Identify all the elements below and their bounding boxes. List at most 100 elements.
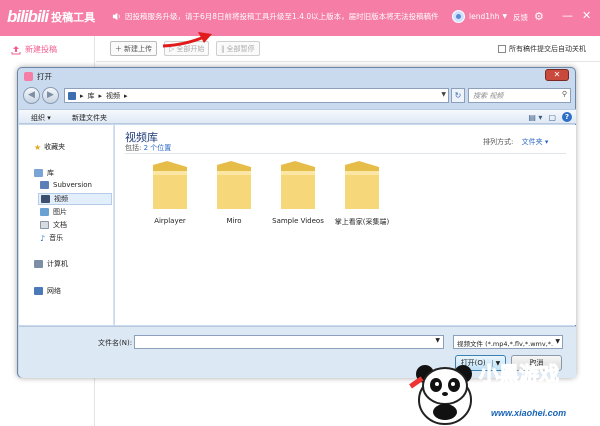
folder-icon — [153, 161, 187, 209]
folder-item[interactable]: 掌上看家(采集端) — [327, 159, 397, 239]
gear-icon[interactable]: ⚙ — [534, 10, 544, 23]
nav-libraries-label: 库 — [47, 169, 54, 177]
address-bar[interactable]: ▸ 库 ▸ 视频 ▸ ▼ — [64, 88, 449, 103]
nav-pictures-label: 图片 — [53, 208, 67, 216]
breadcrumb-separator: ▸ — [80, 91, 84, 100]
plus-icon: ＋ — [115, 44, 122, 53]
dialog-close-button[interactable]: ✕ — [545, 69, 569, 81]
nav-computer[interactable]: 计算机 — [34, 259, 68, 269]
network-icon — [34, 287, 43, 295]
nav-libraries[interactable]: 库 — [34, 168, 54, 178]
chevron-down-icon: ▼ — [555, 338, 560, 345]
forward-button[interactable]: ▶ — [42, 87, 59, 104]
arrange-by: 排列方式: 文件夹 ▾ — [483, 137, 548, 147]
nav-network-label: 网络 — [47, 287, 61, 295]
library-includes: 包括: 2 个位置 — [125, 143, 171, 153]
folder-item[interactable]: Airplayer — [135, 159, 205, 239]
file-type-select[interactable]: 视频文件 (*.mp4,*.flv,*.wmv,*. ▼ — [453, 335, 563, 349]
breadcrumb-separator: ▸ — [98, 91, 103, 100]
divider — [125, 153, 566, 154]
subversion-icon — [40, 181, 49, 189]
filename-label: 文件名(N): — [98, 339, 133, 347]
username: lend1hh — [469, 12, 500, 21]
arrange-by-dropdown[interactable]: 文件夹 ▾ — [522, 138, 549, 146]
folder-item[interactable]: Miro — [199, 159, 269, 239]
minimize-icon[interactable]: — — [562, 9, 573, 22]
nav-subversion-label: Subversion — [53, 181, 92, 189]
document-icon — [40, 221, 49, 229]
watermark-brand: 小黑游戏 — [479, 364, 560, 387]
pause-all-button[interactable]: ‖ 全部暂停 — [216, 41, 260, 56]
nav-music-label: 音乐 — [49, 234, 64, 242]
folder-name: Sample Videos — [272, 217, 324, 225]
nav-videos-label: 视频 — [54, 195, 68, 203]
notice-banner: 因投稿服务升级，请于6月8日前将投稿工具升级至1.4.0以上版本，届时旧版本将无… — [112, 11, 439, 22]
video-icon — [41, 195, 50, 203]
nav-documents[interactable]: 文档 — [40, 220, 67, 230]
app-icon — [24, 72, 33, 81]
refresh-button[interactable]: ↻ — [451, 88, 465, 103]
music-icon: ♪ — [40, 233, 46, 243]
chevron-down-icon[interactable]: ▼ — [435, 337, 440, 344]
folder-icon — [217, 161, 251, 209]
folder-name: Miro — [226, 217, 242, 225]
folder-icon — [345, 161, 379, 209]
picture-icon — [40, 208, 49, 216]
auto-shutdown-checkbox[interactable] — [498, 45, 506, 53]
nav-favorites-label: 收藏夹 — [44, 143, 66, 151]
file-type-value: 视频文件 (*.mp4,*.flv,*.wmv,*. — [457, 340, 554, 348]
dialog-title: 打开 — [37, 72, 52, 81]
preview-pane-icon[interactable]: ▢ — [548, 113, 556, 122]
includes-locations-link[interactable]: 2 个位置 — [144, 144, 172, 152]
breadcrumb-videos[interactable]: 视频 — [106, 91, 120, 101]
watermark-url: www.xiaohei.com — [491, 408, 567, 418]
chevron-down-icon[interactable]: ▼ — [441, 91, 446, 98]
includes-label: 包括: — [125, 144, 142, 152]
folder-name: 掌上看家(采集端) — [334, 218, 390, 226]
notice-text: 因投稿服务升级，请于6月8日前将投稿工具升级至1.4.0以上版本，届时旧版本将无… — [125, 12, 439, 21]
site-watermark: 小黑游戏 www.xiaohei.com — [403, 352, 600, 426]
organize-menu[interactable]: 组织 ▾ — [31, 113, 51, 123]
open-file-dialog: 打开 ✕ ◀ ▶ ▸ 库 ▸ 视频 ▸ ▼ ↻ 搜索 视频 ⚲ 组织 ▾ 新建文… — [17, 67, 576, 378]
nav-documents-label: 文档 — [53, 221, 67, 229]
upload-icon — [11, 45, 21, 54]
nav-pictures[interactable]: 图片 — [40, 207, 67, 217]
new-post-button[interactable]: 新建投稿 — [11, 44, 57, 55]
speaker-icon — [112, 12, 120, 21]
filename-input[interactable]: ▼ — [134, 335, 444, 349]
arrange-by-label: 排列方式: — [483, 138, 514, 146]
feedback-link[interactable]: 反馈 — [513, 12, 528, 23]
breadcrumb-library[interactable]: 库 — [88, 91, 95, 101]
auto-shutdown-label: 所有稿件提交后自动关机 — [509, 45, 586, 53]
auto-shutdown-option[interactable]: 所有稿件提交后自动关机 — [498, 44, 586, 54]
close-icon[interactable]: ✕ — [582, 9, 591, 22]
avatar — [452, 10, 465, 23]
help-icon[interactable]: ? — [562, 112, 572, 122]
user-menu[interactable]: lend1hh ▼ — [452, 10, 507, 23]
pause-all-label: 全部暂停 — [226, 44, 255, 53]
back-button[interactable]: ◀ — [23, 87, 40, 104]
nav-subversion[interactable]: Subversion — [40, 181, 92, 189]
nav-music[interactable]: ♪ 音乐 — [40, 233, 63, 243]
annotation-arrow-icon — [162, 32, 212, 48]
chevron-down-icon: ▼ — [502, 13, 508, 20]
nav-videos[interactable]: 视频 — [38, 193, 112, 205]
command-bar: 组织 ▾ 新建文件夹 ▤ ▾ ▢ ? — [19, 109, 576, 124]
nav-computer-label: 计算机 — [47, 260, 68, 268]
bilibili-logo: bilibili 投稿工具 — [7, 7, 95, 27]
arrange-by-value: 文件夹 — [521, 138, 543, 146]
new-folder-button[interactable]: 新建文件夹 — [72, 113, 107, 123]
folder-item[interactable]: Sample Videos — [263, 159, 333, 239]
star-icon: ★ — [34, 142, 42, 152]
library-icon — [68, 91, 76, 100]
search-input[interactable]: 搜索 视频 ⚲ — [468, 88, 571, 103]
computer-icon — [34, 260, 43, 268]
new-upload-button[interactable]: ＋ 新建上传 — [110, 41, 157, 56]
navigation-pane: ★ 收藏夹 库 Subversion 视频 图片 文档 ♪ 音乐 计算机 网络 — [19, 125, 114, 325]
nav-favorites[interactable]: ★ 收藏夹 — [34, 142, 65, 152]
search-icon[interactable]: ⚲ — [562, 90, 567, 98]
nav-network[interactable]: 网络 — [34, 286, 61, 296]
organize-label: 组织 — [31, 114, 45, 122]
view-options-icon[interactable]: ▤ ▾ — [528, 113, 542, 122]
breadcrumb-separator: ▸ — [124, 91, 128, 100]
